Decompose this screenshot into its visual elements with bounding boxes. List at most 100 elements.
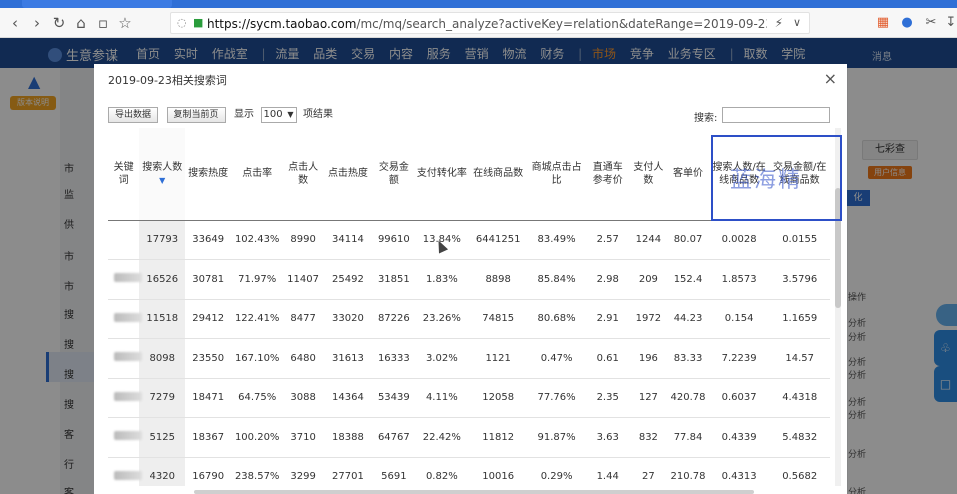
table-cell: 34114 [322,220,373,260]
table-cell: 3710 [283,417,323,458]
sort-desc-icon: ▼ [159,175,166,185]
column-header-mall-click-share[interactable]: 商城点击占比 [527,128,586,221]
column-header-search-heat[interactable]: 搜索热度 [185,128,232,221]
results-label: 项结果 [303,109,334,120]
column-header-avg-order[interactable]: 客单价 [667,128,709,221]
download-icon[interactable]: ↧ [942,14,957,32]
url-path: /mc/mq/search_analyze?activeKey=relation… [356,17,767,31]
column-header-pay-users[interactable]: 支付人数 [629,128,668,221]
table-cell: 0.61 [585,338,630,379]
table-cell: 77.84 [667,417,709,458]
column-header-label: 搜索人数 [142,161,183,173]
address-bar: ‹ › ↻ ⌂ ▫ ☆ ◌ ■ https://sycm.taobao.com/… [0,8,957,38]
table-cell: 3299 [283,457,323,486]
column-header-keyword[interactable]: 关键词 [108,128,140,221]
column-header-ctr[interactable]: 点击率 [231,128,284,221]
search-input[interactable] [722,107,830,123]
column-header-label: 在线商品数 [473,168,524,180]
table-cell: 80.68% [527,299,586,339]
bolt-icon[interactable]: ⚡ [775,16,783,30]
table-cell: 1.44 [585,457,630,486]
forward-icon[interactable]: › [28,14,46,32]
url-input[interactable]: ◌ ■ https://sycm.taobao.com/mc/mq/search… [170,12,810,34]
column-header-click-users[interactable]: 点击人数 [283,128,323,221]
keyword-cell [108,220,140,260]
table-cell: 152.4 [667,259,709,300]
table-cell: 71.97% [231,259,284,300]
table-cell: 3.02% [414,338,469,379]
table-cell: 832 [629,417,668,458]
table-cell: 102.43% [231,220,284,260]
table-cell: 1.1659 [769,299,830,339]
export-data-button[interactable]: 导出数据 [108,107,159,123]
column-header-label: 点击热度 [327,168,368,180]
redacted-keyword [114,312,142,322]
table-cell: 18388 [322,417,373,458]
table-cell: 80.07 [667,220,709,260]
shield-icon: ◌ [177,16,187,29]
table-row[interactable]: 4320 16790 238.57% 3299 27701 5691 0.82% 10016 0… [108,457,830,486]
back-icon[interactable]: ‹ [6,14,24,32]
table-cell: 74815 [468,299,528,339]
table-cell: 1972 [629,299,668,339]
table-row[interactable]: 5125 18367 100.20% 3710 18388 64767 22.42% 1181… [108,417,830,458]
table-cell: 5125 [139,417,186,458]
apps-icon[interactable]: ▦ [874,14,892,32]
table-cell: 53439 [372,378,415,418]
table-cell: 0.0155 [769,220,830,260]
table-cell: 31613 [322,338,373,379]
table-cell: 83.49% [527,220,586,260]
scissors-icon[interactable]: ✂ [922,14,940,32]
extension-icon[interactable]: ● [898,14,916,32]
column-header-label: 商城点击占比 [531,161,582,186]
refresh-icon[interactable]: ↻ [50,14,68,32]
page-size-select[interactable]: 100 ▼ [260,107,297,123]
table-cell: 22.42% [414,417,469,458]
table-cell: 83.33 [667,338,709,379]
redacted-keyword [114,431,142,441]
star-icon[interactable]: ☆ [116,14,134,32]
column-header-trade-amount[interactable]: 交易金额 [372,128,415,221]
table-row[interactable]: 16526 30781 71.97% 11407 25492 31851 1.83% 8898… [108,259,830,300]
table-cell: 18367 [185,417,232,458]
dialog-title: 2019-09-23相关搜索词 [108,74,227,87]
table-cell: 1.8573 [708,259,770,300]
table-cell: 6441251 [468,220,528,260]
table-cell: 99610 [372,220,415,260]
table-cell: 8098 [139,338,186,379]
table-cell: 3088 [283,378,323,418]
column-header-online-items[interactable]: 在线商品数 [468,128,528,221]
table-cell: 0.82% [414,457,469,486]
column-header-label: 搜索热度 [188,168,229,180]
home-icon[interactable]: ⌂ [72,14,90,32]
table-cell: 4.4318 [769,378,830,418]
column-header-ztc-price[interactable]: 直通车参考价 [585,128,630,221]
tab-grid-icon[interactable]: ▫ [94,14,112,32]
table-cell: 11518 [139,299,186,339]
table-cell: 167.10% [231,338,284,379]
close-icon[interactable]: × [824,69,837,88]
chevron-down-icon[interactable]: ∨ [793,16,801,29]
horizontal-scrollbar[interactable] [194,490,754,494]
column-header-conversion[interactable]: 支付转化率 [414,128,469,221]
table-cell: 44.23 [667,299,709,339]
table-cell: 77.76% [527,378,586,418]
table-cell: 0.47% [527,338,586,379]
column-header-click-heat[interactable]: 点击热度 [322,128,373,221]
table-cell: 8990 [283,220,323,260]
table-cell: 23550 [185,338,232,379]
browser-tab[interactable] [22,0,172,8]
table-cell: 2.91 [585,299,630,339]
table-row[interactable]: 8098 23550 167.10% 6480 31613 16333 3.02% 1121 0… [108,338,830,379]
table-row[interactable]: 17793 33649 102.43% 8990 34114 99610 13.84% 644… [108,220,830,260]
table-cell: 16790 [185,457,232,486]
table-row[interactable]: 11518 29412 122.41% 8477 33020 87226 23.26% 748… [108,299,830,339]
table-cell: 2.57 [585,220,630,260]
redacted-keyword [114,352,142,362]
table-row[interactable]: 7279 18471 64.75% 3088 14364 53439 4.11% 12058 7… [108,378,830,418]
copy-page-button[interactable]: 复制当前页 [166,107,226,123]
column-header-label: 点击率 [242,168,273,180]
column-header-search-users[interactable]: 搜索人数 ▼ [139,128,186,221]
table-cell: 1.83% [414,259,469,300]
table-cell: 33649 [185,220,232,260]
